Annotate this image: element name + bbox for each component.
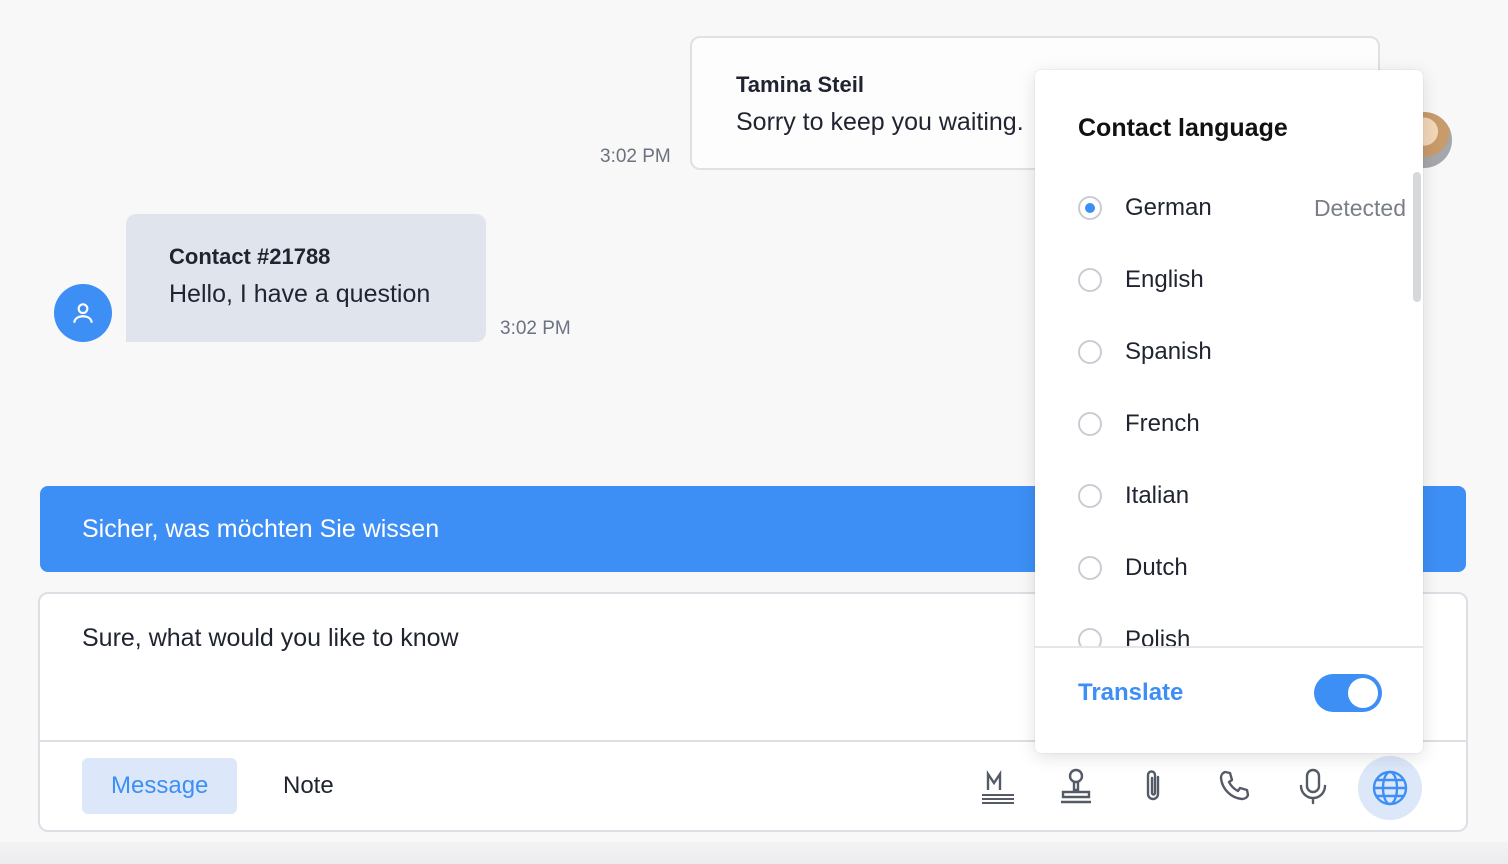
radio-icon[interactable]	[1078, 340, 1102, 364]
contact-avatar	[54, 284, 112, 342]
language-option-dutch[interactable]: Dutch	[1078, 548, 1378, 588]
radio-icon[interactable]	[1078, 412, 1102, 436]
contact-message-bubble: Contact #21788 Hello, I have a question	[126, 214, 486, 342]
popover-footer: Translate	[1035, 646, 1423, 753]
language-label: Polish	[1125, 626, 1191, 646]
language-option-italian[interactable]: Italian	[1078, 476, 1378, 516]
toggle-knob	[1348, 678, 1378, 708]
message-author: Contact #21788	[169, 244, 331, 269]
language-label: English	[1125, 266, 1204, 293]
detected-tag: Detected	[1313, 194, 1406, 221]
message-timestamp: 3:02 PM	[600, 146, 671, 167]
radio-icon[interactable]	[1078, 268, 1102, 292]
globe-icon[interactable]	[1358, 756, 1422, 820]
composer-input[interactable]: Sure, what would you like to know	[82, 624, 459, 653]
paperclip-icon[interactable]	[1128, 760, 1180, 812]
translation-preview-text: Sicher, was möchten Sie wissen	[82, 514, 440, 543]
translate-toggle[interactable]	[1314, 674, 1382, 712]
radio-icon[interactable]	[1078, 484, 1102, 508]
radio-selected-icon[interactable]	[1078, 196, 1102, 220]
composer-toolbar: Message Note	[40, 740, 1466, 832]
language-option-french[interactable]: French	[1078, 404, 1378, 444]
radio-icon[interactable]	[1078, 628, 1102, 646]
message-text: Hello, I have a question	[169, 280, 431, 308]
tab-message[interactable]: Message	[82, 758, 238, 814]
language-label: French	[1125, 410, 1200, 437]
language-list[interactable]: German Detected English Spanish French I…	[1035, 172, 1411, 646]
bottom-strip	[0, 842, 1508, 864]
language-label: Dutch	[1125, 554, 1188, 581]
stamp-icon[interactable]	[1050, 760, 1102, 812]
language-option-german[interactable]: German Detected	[1078, 188, 1406, 228]
markdown-icon[interactable]	[972, 760, 1024, 812]
translate-label: Translate	[1078, 679, 1184, 706]
language-option-polish[interactable]: Polish	[1078, 620, 1378, 646]
language-option-spanish[interactable]: Spanish	[1078, 332, 1378, 372]
microphone-icon[interactable]	[1287, 760, 1339, 812]
message-timestamp: 3:02 PM	[500, 318, 571, 339]
tab-note[interactable]: Note	[254, 758, 363, 814]
language-option-english[interactable]: English	[1078, 260, 1378, 300]
radio-icon[interactable]	[1078, 556, 1102, 580]
language-list-scrollbar[interactable]	[1413, 172, 1421, 302]
contact-language-popover: Contact language German Detected English…	[1035, 70, 1423, 753]
language-label: Italian	[1125, 482, 1190, 509]
language-label: Spanish	[1125, 338, 1212, 365]
phone-icon[interactable]	[1208, 760, 1260, 812]
user-icon	[73, 303, 93, 323]
language-label: German	[1125, 194, 1212, 221]
popover-title: Contact language	[1078, 114, 1288, 142]
